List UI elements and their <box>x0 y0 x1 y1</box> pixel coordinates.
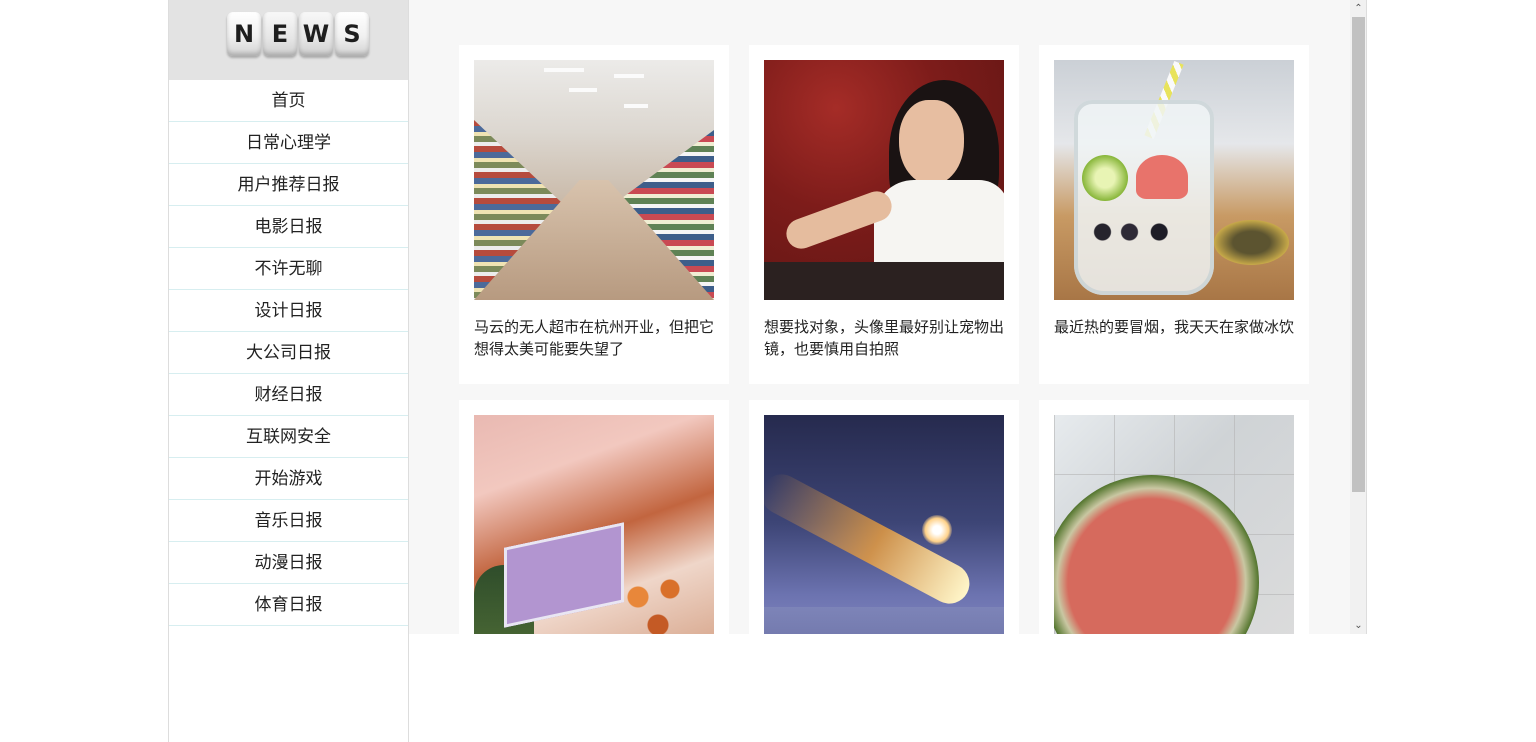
scrollbar-thumb[interactable] <box>1352 17 1365 492</box>
meteor-image <box>764 415 1004 634</box>
article-title[interactable]: 想要找对象，头像里最好别让宠物出镜，也要慎用自拍照 <box>764 316 1004 360</box>
fantasy-island-image <box>474 415 714 634</box>
article-card[interactable]: 想要找对象，头像里最好别让宠物出镜，也要慎用自拍照 <box>749 45 1019 384</box>
iced-drink-jar-image <box>1054 60 1294 300</box>
nav-item-finance[interactable]: 财经日报 <box>169 374 408 416</box>
nav-item-user-recommended[interactable]: 用户推荐日报 <box>169 164 408 206</box>
logo-letter: N <box>227 12 261 56</box>
logo-letter: S <box>335 12 369 56</box>
logo-area: N E W S <box>169 0 408 80</box>
nav-item-design[interactable]: 设计日报 <box>169 290 408 332</box>
news-logo[interactable]: N E W S <box>227 12 369 56</box>
article-grid: 马云的无人超市在杭州开业，但把它想得太美可能要失望了 想要找对象，头像里最好别让… <box>409 0 1350 634</box>
article-card[interactable] <box>749 400 1019 634</box>
article-card[interactable]: 最近热的要冒烟，我天天在家做冰饮 <box>1039 45 1309 384</box>
article-card[interactable] <box>1039 400 1309 634</box>
chevron-down-icon[interactable]: ⌄ <box>1350 617 1367 634</box>
sidebar: N E W S 首页 日常心理学 用户推荐日报 电影日报 不许无聊 设计日报 大… <box>168 0 409 742</box>
chevron-up-icon[interactable]: ⌃ <box>1350 0 1367 17</box>
watermelon-image <box>1054 415 1294 634</box>
nav-item-sports[interactable]: 体育日报 <box>169 584 408 626</box>
nav-item-big-companies[interactable]: 大公司日报 <box>169 332 408 374</box>
nav-item-music[interactable]: 音乐日报 <box>169 500 408 542</box>
article-card[interactable] <box>459 400 729 634</box>
nav-item-home[interactable]: 首页 <box>169 80 408 122</box>
article-title[interactable]: 马云的无人超市在杭州开业，但把它想得太美可能要失望了 <box>474 316 714 360</box>
nav-item-daily-psychology[interactable]: 日常心理学 <box>169 122 408 164</box>
vertical-scrollbar[interactable]: ⌃ ⌄ <box>1350 0 1367 634</box>
article-title[interactable]: 最近热的要冒烟，我天天在家做冰饮 <box>1054 316 1294 338</box>
nav-item-internet-security[interactable]: 互联网安全 <box>169 416 408 458</box>
nav-item-games[interactable]: 开始游戏 <box>169 458 408 500</box>
woman-portrait-image <box>764 60 1004 300</box>
nav-item-no-boredom[interactable]: 不许无聊 <box>169 248 408 290</box>
logo-letter: E <box>263 12 297 56</box>
nav-item-movies[interactable]: 电影日报 <box>169 206 408 248</box>
supermarket-image <box>474 60 714 300</box>
article-card[interactable]: 马云的无人超市在杭州开业，但把它想得太美可能要失望了 <box>459 45 729 384</box>
nav-item-anime[interactable]: 动漫日报 <box>169 542 408 584</box>
nav-list: 首页 日常心理学 用户推荐日报 电影日报 不许无聊 设计日报 大公司日报 财经日… <box>169 80 408 626</box>
logo-letter: W <box>299 12 333 56</box>
